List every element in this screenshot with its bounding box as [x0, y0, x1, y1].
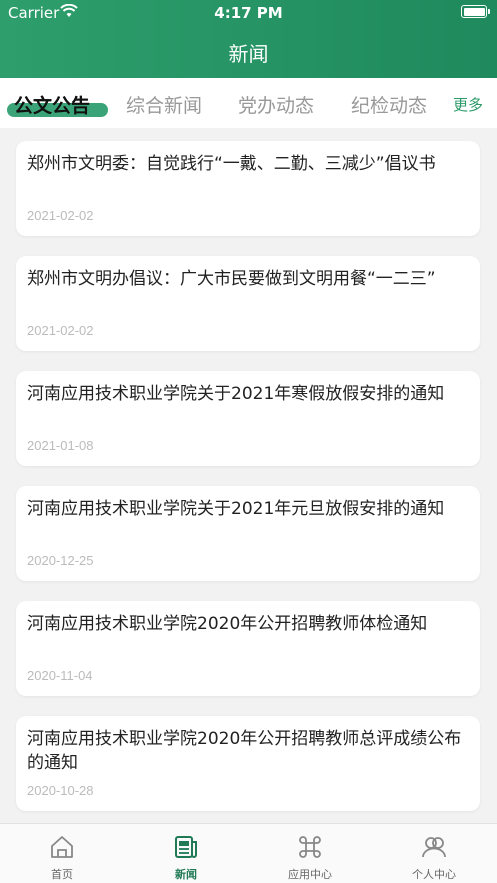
news-title: 河南应用技术职业学院关于2021年元旦放假安排的通知 — [27, 499, 445, 519]
news-title: 郑州市文明委：自觉践行“一戴、二勤、三减少”倡议书 — [27, 154, 436, 174]
clock: 4:17 PM — [214, 4, 283, 22]
news-date: 2021-01-08 — [27, 438, 94, 453]
tabbar-item-news[interactable]: 新闻 — [124, 824, 248, 883]
tabbar-label: 新闻 — [175, 868, 197, 881]
tab-party-office[interactable]: 党办动态 — [238, 91, 314, 118]
profile-icon — [422, 837, 446, 858]
tabbar-item-profile[interactable]: 个人中心 — [372, 824, 496, 883]
tab-official-notices-label: 公文公告 — [14, 95, 91, 117]
tabbar-item-apps[interactable]: 应用中心 — [248, 824, 372, 883]
news-title: 河南应用技术职业学院关于2021年寒假放假安排的通知 — [27, 384, 445, 404]
list-item[interactable]: 郑州市文明委：自觉践行“一戴、二勤、三减少”倡议书 2021-02-02 — [16, 141, 480, 236]
tabbar-label: 个人中心 — [412, 868, 456, 881]
news-title: 河南应用技术职业学院2020年公开招聘教师总评成绩公布的通知 — [27, 729, 462, 773]
list-item[interactable]: 河南应用技术职业学院关于2021年寒假放假安排的通知 2021-01-08 — [16, 371, 480, 466]
home-icon — [51, 836, 73, 858]
tabbar-label: 应用中心 — [288, 868, 332, 881]
news-date: 2020-11-04 — [27, 668, 93, 683]
tab-discipline[interactable]: 纪检动态 — [351, 91, 427, 118]
status-bar: Carrier 4:17 PM — [0, 0, 497, 26]
list-item[interactable]: 河南应用技术职业学院关于2021年元旦放假安排的通知 2020-12-25 — [16, 486, 480, 581]
bottom-tab-bar: 首页 新闻 应用中心 个人中心 — [0, 823, 497, 883]
news-date: 2021-02-02 — [27, 323, 94, 338]
tab-general-news[interactable]: 综合新闻 — [126, 91, 202, 118]
more-tabs-link[interactable]: 更多 — [453, 94, 483, 115]
news-title: 郑州市文明办倡议：广大市民要做到文明用餐“一二三” — [27, 269, 436, 289]
header: Carrier 4:17 PM 新闻 — [0, 0, 497, 78]
list-item[interactable]: 河南应用技术职业学院2020年公开招聘教师体检通知 2020-11-04 — [16, 601, 480, 696]
tabbar-item-home[interactable]: 首页 — [0, 824, 124, 883]
news-date: 2020-10-28 — [27, 783, 94, 798]
list-item[interactable]: 河南应用技术职业学院2020年公开招聘教师总评成绩公布的通知 2020-10-2… — [16, 716, 480, 811]
news-title: 河南应用技术职业学院2020年公开招聘教师体检通知 — [27, 614, 428, 634]
tabbar-label: 首页 — [51, 868, 73, 881]
command-icon — [299, 836, 321, 858]
page-title: 新闻 — [228, 42, 269, 66]
news-date: 2020-12-25 — [27, 553, 94, 568]
list-item[interactable]: 郑州市文明办倡议：广大市民要做到文明用餐“一二三” 2021-02-02 — [16, 256, 480, 351]
battery-icon — [461, 5, 490, 18]
news-date: 2021-02-02 — [27, 208, 94, 223]
news-icon — [175, 836, 197, 858]
